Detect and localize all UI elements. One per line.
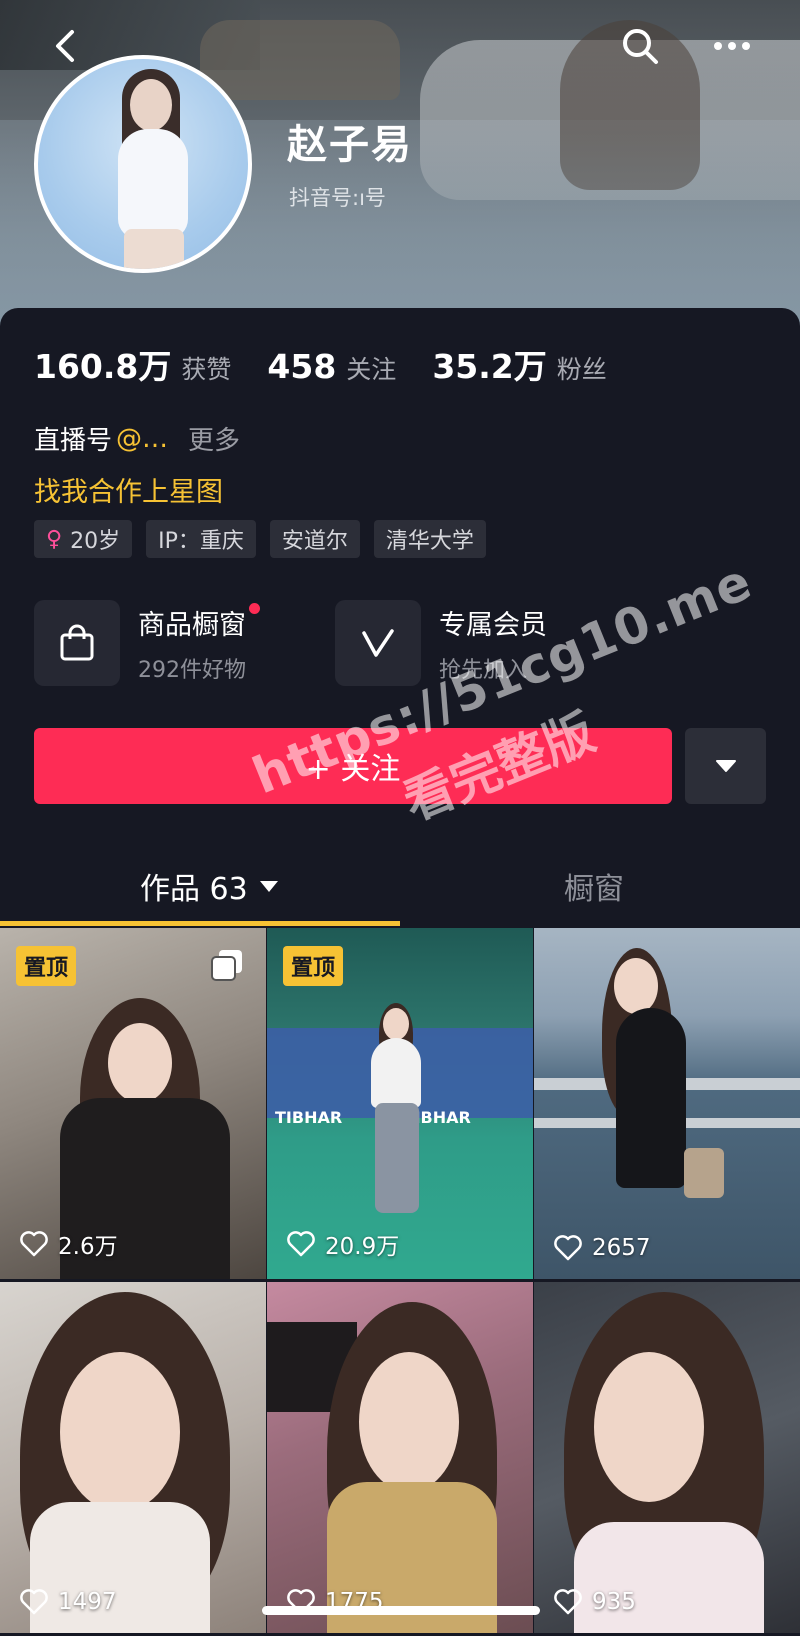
heart-icon — [554, 1589, 582, 1615]
follow-button[interactable]: + 关注 — [34, 728, 672, 804]
like-count: 2.6万 — [20, 1227, 118, 1261]
bio-more-button[interactable]: 更多 — [188, 420, 240, 457]
heart-icon — [554, 1235, 582, 1261]
live-prefix: 直播号 — [34, 426, 113, 456]
bio-slogan[interactable]: 找我合作上星图 — [34, 470, 223, 509]
triangle-down-icon — [715, 760, 736, 772]
video-thumbnail[interactable]: TIBHAR IBHAR 置顶 20.9万 — [267, 928, 533, 1279]
stat-label: 获赞 — [181, 355, 232, 384]
recommend-dropdown-button[interactable] — [685, 728, 766, 804]
notification-dot — [249, 602, 260, 614]
like-count: 935 — [554, 1589, 636, 1615]
vip-v-icon — [335, 600, 421, 686]
stat-value: 458 — [267, 347, 337, 386]
video-grid: 置顶 2.6万 TIBHAR IBHAR 置顶 20.9万 2657 1497 … — [0, 928, 800, 1633]
tag-ip: IP：重庆 — [146, 520, 256, 558]
feature-subtitle: 292件好物 — [138, 657, 246, 683]
avatar[interactable] — [34, 55, 252, 273]
stat-following[interactable]: 458 关注 — [267, 347, 396, 386]
feature-subtitle: 抢先加入 — [439, 657, 528, 683]
shopping-bag-icon — [34, 600, 120, 686]
like-count: 1497 — [20, 1589, 117, 1615]
bio-live-row: 直播号 @… 更多 — [34, 420, 240, 457]
heart-icon — [20, 1589, 48, 1615]
video-thumbnail[interactable]: 2657 — [534, 928, 800, 1279]
search-icon — [623, 29, 658, 64]
pinned-badge: 置顶 — [16, 946, 77, 986]
multi-image-icon — [211, 950, 242, 981]
stats-row: 160.8万 获赞 458 关注 35.2万 粉丝 — [34, 340, 643, 388]
video-thumbnail[interactable]: 935 — [534, 1282, 800, 1633]
shop-window-entry[interactable]: 商品橱窗 292件好物 — [34, 600, 260, 686]
tab-works[interactable]: 作品 63 — [140, 864, 278, 908]
tab-shop-window[interactable]: 橱窗 — [564, 864, 624, 908]
profile-tags: ♀ 20岁 IP：重庆 安道尔 清华大学 — [34, 520, 500, 558]
stat-label: 关注 — [346, 355, 397, 384]
active-tab-indicator — [0, 921, 400, 926]
back-button[interactable] — [38, 18, 94, 74]
stat-label: 粉丝 — [556, 355, 607, 384]
stat-value: 35.2万 — [432, 347, 547, 386]
more-dots-icon — [714, 42, 750, 50]
stat-followers[interactable]: 35.2万 粉丝 — [432, 340, 606, 388]
feature-title: 商品橱窗 — [138, 602, 260, 642]
tag-text: 安道尔 — [281, 529, 348, 554]
video-thumbnail[interactable]: 置顶 2.6万 — [0, 928, 266, 1279]
caret-down-icon — [259, 880, 278, 892]
home-indicator[interactable] — [262, 1606, 540, 1615]
video-thumbnail[interactable]: 1497 — [0, 1282, 266, 1633]
tag-text: IP：重庆 — [158, 529, 244, 554]
stat-likes[interactable]: 160.8万 获赞 — [34, 340, 231, 388]
more-button[interactable] — [704, 18, 760, 74]
live-handle-link[interactable]: @… — [116, 424, 168, 454]
search-button[interactable] — [612, 18, 668, 74]
like-count: 2657 — [554, 1235, 651, 1261]
chevron-left-icon — [56, 30, 74, 62]
content-tabs: 作品 63 橱窗 — [0, 850, 800, 930]
tag-text: 清华大学 — [385, 529, 474, 554]
heart-icon — [20, 1231, 48, 1257]
tag-location[interactable]: 安道尔 — [269, 520, 360, 558]
tag-age: ♀ 20岁 — [34, 520, 133, 558]
douyin-id[interactable]: 抖音号:ı号 — [289, 182, 386, 212]
stat-value: 160.8万 — [34, 347, 172, 386]
female-icon: ♀ — [46, 526, 63, 552]
member-entry[interactable]: 专属会员 抢先加入 — [335, 600, 547, 686]
profile-name: 赵子易 — [287, 122, 413, 168]
tag-text: 20岁 — [70, 529, 121, 554]
tag-school[interactable]: 清华大学 — [373, 520, 486, 558]
heart-icon — [287, 1231, 315, 1257]
pinned-badge: 置顶 — [283, 946, 344, 986]
video-thumbnail[interactable]: 1775 — [267, 1282, 533, 1633]
feature-title: 专属会员 — [439, 609, 547, 641]
like-count: 20.9万 — [287, 1227, 399, 1261]
